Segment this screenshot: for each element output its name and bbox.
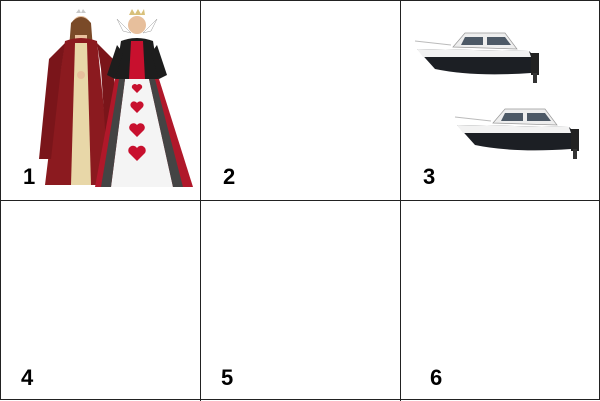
cell-number-1: 1 xyxy=(23,164,36,189)
grid-cell-5[interactable]: 5 xyxy=(201,201,401,401)
grid-cell-1[interactable]: 1 xyxy=(1,1,201,201)
picture-grid: 1 2 3 4 5 6 xyxy=(0,0,600,401)
grid-cell-3[interactable]: 3 xyxy=(401,1,600,201)
boat-image-2 xyxy=(453,103,589,161)
cell-number-6: 6 xyxy=(430,365,443,390)
grid-cell-2[interactable]: 2 xyxy=(201,1,401,201)
boat-image-1 xyxy=(413,27,549,85)
women-in-gowns-image xyxy=(35,9,197,191)
cell-number-5: 5 xyxy=(221,365,234,390)
cell-number-4: 4 xyxy=(21,365,34,390)
cell-number-2: 2 xyxy=(223,164,236,189)
grid-cell-4[interactable]: 4 xyxy=(1,201,201,401)
grid-cell-6[interactable]: 6 xyxy=(401,201,600,401)
cell-number-3: 3 xyxy=(423,164,436,189)
